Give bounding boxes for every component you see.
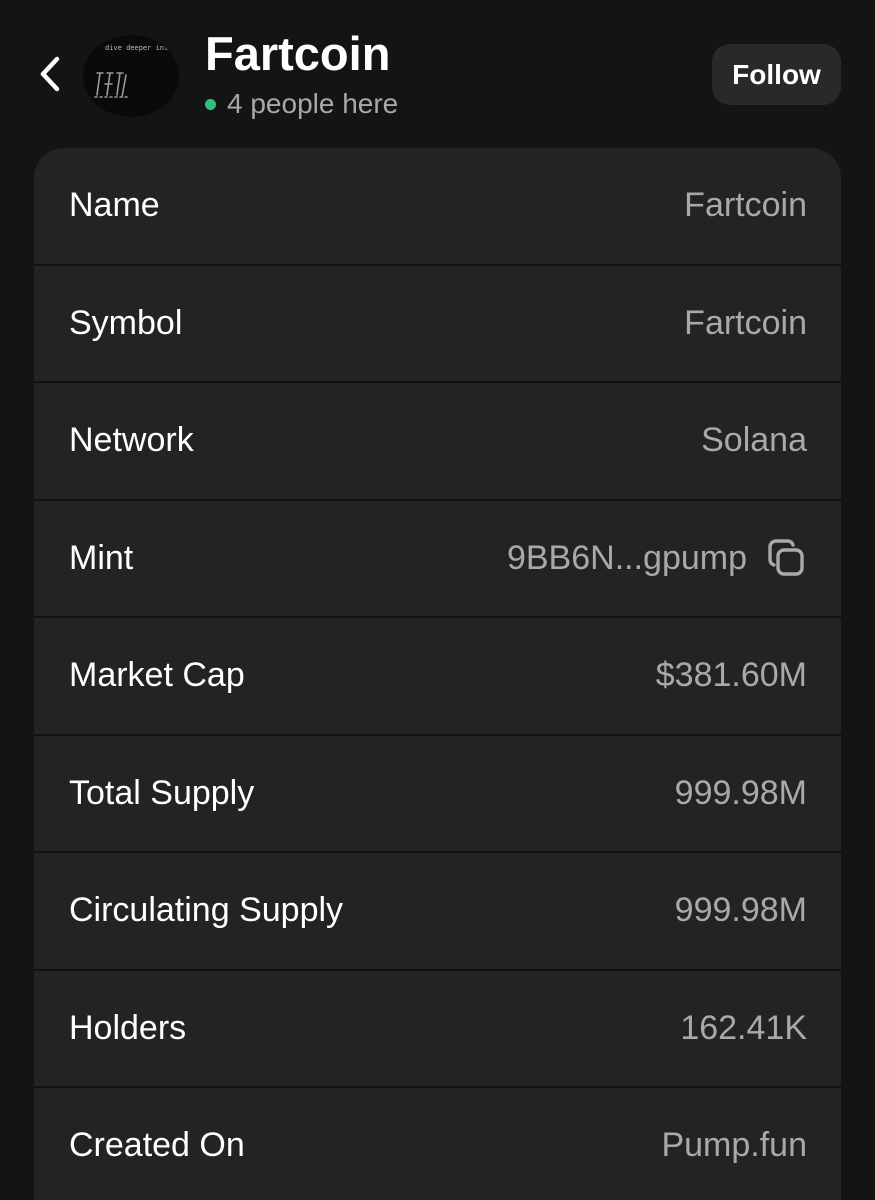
detail-label: Holders	[69, 1008, 187, 1047]
detail-value-wrap: Solana	[701, 421, 807, 460]
detail-label: Circulating Supply	[69, 891, 344, 930]
detail-value-wrap: Pump.fun	[661, 1126, 807, 1165]
detail-row-market-cap: Market Cap $381.60M	[34, 616, 841, 734]
page-title: Fartcoin	[205, 27, 391, 80]
detail-row-mint: Mint 9BB6N...gpump	[34, 498, 841, 617]
detail-value: Pump.fun	[661, 1126, 807, 1165]
detail-value: Fartcoin	[684, 303, 807, 342]
detail-value: 999.98M	[674, 891, 807, 930]
detail-label: Mint	[69, 538, 134, 577]
detail-value: $381.60M	[655, 656, 807, 695]
chevron-left-icon	[40, 56, 60, 92]
detail-value: Solana	[701, 421, 807, 460]
detail-row-created-on: Created On Pump.fun	[34, 1086, 841, 1200]
avatar-art-image	[94, 72, 130, 98]
detail-value: 999.98M	[674, 773, 807, 812]
copy-icon	[768, 539, 804, 576]
back-button[interactable]	[30, 50, 70, 98]
online-status-dot	[205, 98, 216, 110]
detail-value-wrap: 9BB6N...gpump	[507, 537, 807, 579]
detail-value-wrap: Fartcoin	[684, 186, 807, 225]
detail-value-wrap: $381.60M	[656, 656, 807, 695]
detail-value: 162.41K	[680, 1008, 807, 1047]
detail-value-wrap: 999.98M	[675, 774, 807, 813]
detail-label: Created On	[69, 1126, 245, 1165]
avatar-caption: dive deeper into this	[105, 44, 179, 52]
token-avatar[interactable]: dive deeper into this	[83, 35, 179, 117]
detail-label: Total Supply	[69, 773, 255, 812]
detail-value-wrap: Fartcoin	[684, 304, 807, 343]
detail-row-holders: Holders 162.41K	[34, 968, 841, 1087]
detail-label: Symbol	[69, 303, 183, 342]
detail-label: Network	[69, 421, 194, 460]
copy-mint-button[interactable]	[765, 537, 807, 579]
detail-label: Name	[69, 186, 160, 225]
detail-row-symbol: Symbol Fartcoin	[34, 263, 841, 382]
detail-value-wrap: 162.41K	[680, 1009, 807, 1048]
detail-row-total-supply: Total Supply 999.98M	[34, 733, 841, 852]
detail-row-name: Name Fartcoin	[34, 148, 841, 264]
mint-address-value[interactable]: 9BB6N...gpump	[507, 539, 747, 578]
token-details-card: Name Fartcoin Symbol Fartcoin Network So…	[34, 148, 841, 1200]
detail-row-network: Network Solana	[34, 381, 841, 499]
detail-label: Market Cap	[69, 656, 245, 695]
token-info-screen: dive deeper into this Fartcoin 4 people …	[0, 0, 875, 1200]
detail-value-wrap: 999.98M	[675, 891, 807, 930]
follow-button[interactable]: Follow	[712, 44, 841, 105]
presence-count-text: 4 people here	[227, 88, 399, 119]
presence-indicator: 4 people here	[205, 86, 398, 122]
detail-value: Fartcoin	[684, 186, 807, 225]
detail-row-circulating-supply: Circulating Supply 999.98M	[34, 851, 841, 969]
